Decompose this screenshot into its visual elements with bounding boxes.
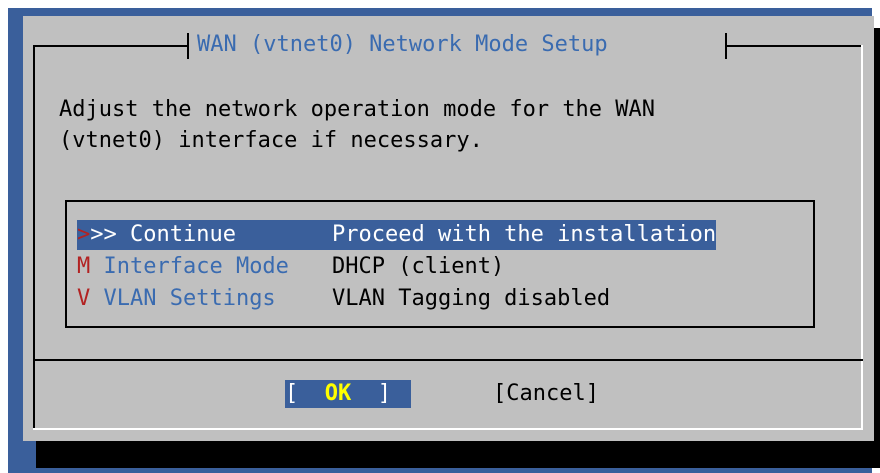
menu-item-interface-mode[interactable]: M Interface Mode DHCP (client)	[77, 252, 504, 282]
dialog-border-top-left	[33, 45, 189, 47]
network-mode-dialog: WAN (vtnet0) Network Mode Setup Adjust t…	[23, 16, 874, 441]
menu-item-description: Proceed with the installation	[332, 220, 717, 250]
menu-item-hotkey: V	[77, 286, 91, 311]
dialog-border-top-right	[727, 45, 863, 47]
button-separator	[33, 359, 863, 361]
ok-button[interactable]: [ OK ]	[285, 380, 411, 408]
menu-item-vlan-settings[interactable]: V VLAN Settings VLAN Tagging disabled	[77, 284, 610, 314]
menu-item-hotkey: M	[77, 254, 91, 279]
menu-item-hotkey: >	[77, 222, 91, 247]
cancel-button[interactable]: [Cancel]	[493, 380, 599, 408]
message-line-1: Adjust the network operation mode for th…	[59, 97, 656, 122]
dialog-border-right	[861, 45, 863, 430]
menu-item-description: VLAN Tagging disabled	[332, 286, 611, 311]
dialog-border-bottom	[33, 428, 863, 430]
menu-item-tag: Interface Mode	[90, 254, 289, 279]
ok-bracket-open: [	[285, 381, 325, 406]
menu-item-description: DHCP (client)	[332, 254, 505, 279]
title-left-tick	[187, 33, 189, 59]
menu-item-tag: VLAN Settings	[90, 286, 276, 311]
menu-item-tag: >> Continue	[90, 222, 236, 247]
ok-bracket-close: ]	[351, 381, 391, 406]
message-line-2: (vtnet0) interface if necessary.	[59, 128, 483, 153]
ok-label: OK	[324, 381, 352, 406]
menu-item-continue[interactable]: >>> Continue Proceed with the installatio…	[77, 220, 717, 250]
terminal-screen: WAN (vtnet0) Network Mode Setup Adjust t…	[8, 8, 880, 473]
dialog-border-left	[33, 45, 35, 430]
dialog-title: WAN (vtnet0) Network Mode Setup	[197, 32, 608, 57]
dialog-message: Adjust the network operation mode for th…	[59, 94, 849, 156]
menu-list: >>> Continue Proceed with the installatio…	[65, 200, 815, 328]
